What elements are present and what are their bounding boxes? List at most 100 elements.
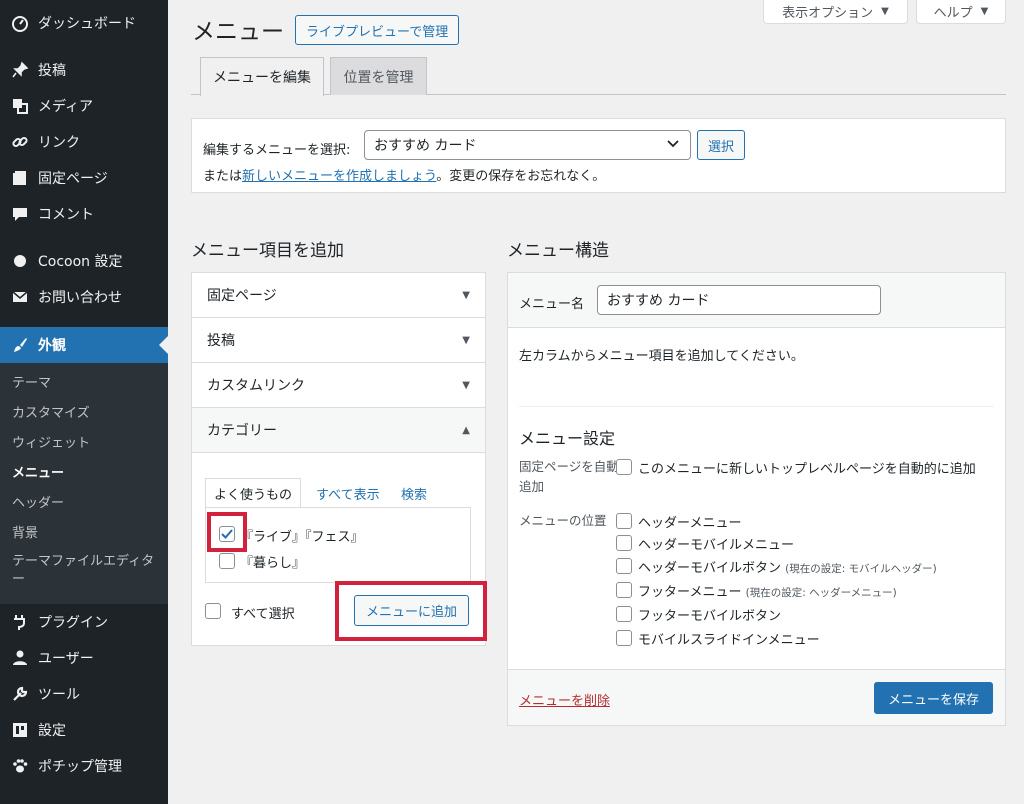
or-suffix: 。変更の保存をお忘れなく。 bbox=[436, 169, 606, 184]
media-icon bbox=[10, 96, 30, 116]
sidebar-item-users[interactable]: ユーザー bbox=[0, 640, 168, 676]
tab-most-used[interactable]: よく使うもの bbox=[205, 478, 302, 508]
location-checkbox-footer-mobile-button[interactable] bbox=[616, 606, 632, 622]
auto-add-option-label: このメニューに新しいトップレベルページを自動的に追加 bbox=[638, 462, 976, 477]
menu-name-header: メニュー名 おすすめ カード bbox=[508, 273, 1005, 328]
submenu-item-widgets[interactable]: ウィジェット bbox=[12, 435, 162, 453]
sidebar-item-comments[interactable]: コメント bbox=[0, 196, 168, 232]
tab-search[interactable]: 検索 bbox=[393, 478, 435, 508]
caret-down-icon: ▼ bbox=[881, 6, 889, 17]
menu-locations-label: メニューの位置 bbox=[519, 513, 607, 528]
location-label: ヘッダーモバイルメニュー bbox=[638, 534, 794, 553]
tab-manage-locations[interactable]: 位置を管理 bbox=[330, 57, 427, 95]
submenu-item-background[interactable]: 背景 bbox=[12, 525, 162, 543]
sidebar-item-cocoon-settings[interactable]: Cocoon 設定 bbox=[0, 243, 168, 279]
tab-view-all[interactable]: すべて表示 bbox=[308, 478, 388, 508]
location-label: ヘッダーモバイルボタン (現在の設定: モバイルヘッダー) bbox=[638, 557, 937, 576]
menu-name-value: おすすめ カード bbox=[607, 293, 710, 309]
location-note: (現在の設定: モバイルヘッダー) bbox=[785, 563, 937, 575]
location-name: ヘッダーモバイルボタン bbox=[638, 561, 782, 576]
select-button[interactable]: 選択 bbox=[697, 130, 746, 160]
wrench-icon bbox=[10, 684, 30, 704]
screen-options-button[interactable]: 表示オプション ▼ bbox=[763, 0, 908, 24]
location-checkbox-header-mobile-menu[interactable] bbox=[616, 535, 632, 551]
live-preview-button[interactable]: ライブプレビューで管理 bbox=[295, 15, 460, 45]
add-to-menu-button[interactable]: メニューに追加 bbox=[354, 595, 470, 626]
sidebar-item-label: 設定 bbox=[38, 723, 66, 739]
accordion-categories[interactable]: カテゴリー ▲ bbox=[192, 408, 485, 453]
nav-tabs: メニューを編集 位置を管理 bbox=[191, 57, 1006, 96]
page-icon bbox=[10, 168, 30, 188]
sidebar-item-label: 外観 bbox=[38, 338, 66, 354]
submenu-item-customize[interactable]: カスタマイズ bbox=[12, 405, 162, 423]
sidebar-item-plugins[interactable]: プラグイン bbox=[0, 604, 168, 640]
dashboard-icon bbox=[10, 13, 30, 33]
location-note: (現在の設定: ヘッダーメニュー) bbox=[745, 587, 897, 599]
location-checkbox-footer-menu[interactable] bbox=[616, 582, 632, 598]
sidebar-item-contact[interactable]: お問い合わせ bbox=[0, 279, 168, 315]
sidebar-item-settings[interactable]: 設定 bbox=[0, 712, 168, 748]
category-tabs: よく使うもの すべて表示 検索 bbox=[205, 478, 471, 508]
select-all-checkbox[interactable] bbox=[205, 603, 221, 619]
add-items-accordion: 固定ページ ▼ 投稿 ▼ カスタムリンク ▼ カテゴリー ▲ よく使うもの すべ… bbox=[191, 272, 487, 646]
submenu-item-header[interactable]: ヘッダー bbox=[12, 495, 162, 513]
location-name: モバイルスライドインメニュー bbox=[638, 633, 820, 648]
sidebar-item-tools[interactable]: ツール bbox=[0, 676, 168, 712]
location-checkbox-header[interactable] bbox=[616, 513, 632, 529]
location-label: フッターメニュー (現在の設定: ヘッダーメニュー) bbox=[638, 581, 897, 600]
sidebar-item-label: 投稿 bbox=[38, 63, 66, 79]
submenu-item-themes[interactable]: テーマ bbox=[12, 375, 162, 393]
save-menu-button[interactable]: メニューを保存 bbox=[874, 682, 994, 714]
pin-icon bbox=[10, 60, 30, 80]
accordion-title: カスタムリンク bbox=[207, 378, 305, 394]
circle-icon bbox=[10, 251, 30, 271]
sidebar-item-label: プラグイン bbox=[38, 615, 108, 631]
add-items-heading: メニュー項目を追加 bbox=[191, 241, 344, 261]
category-checkbox-life[interactable] bbox=[219, 553, 235, 569]
accordion-title: カテゴリー bbox=[207, 423, 277, 439]
location-label: フッターモバイルボタン bbox=[638, 605, 781, 624]
menu-name-label: メニュー名 bbox=[519, 297, 585, 312]
location-name: ヘッダーモバイルメニュー bbox=[638, 538, 795, 553]
menu-structure-footer: メニューを削除 メニューを保存 bbox=[508, 669, 1005, 725]
sidebar-item-dashboard[interactable]: ダッシュボード bbox=[0, 5, 168, 41]
highlight-box bbox=[207, 512, 247, 552]
sidebar-item-links[interactable]: リンク bbox=[0, 124, 168, 160]
help-button[interactable]: ヘルプ ▼ bbox=[916, 0, 1006, 24]
accordion-title: 投稿 bbox=[207, 333, 235, 349]
sidebar-item-pochipp[interactable]: ポチップ管理 bbox=[0, 748, 168, 784]
user-icon bbox=[10, 648, 30, 668]
settings-icon bbox=[10, 720, 30, 740]
menu-name-input[interactable]: おすすめ カード bbox=[597, 285, 881, 315]
sidebar-item-media[interactable]: メディア bbox=[0, 88, 168, 124]
triangle-up-icon: ▲ bbox=[462, 425, 470, 436]
auto-add-label: 固定ページを自動追加 bbox=[519, 459, 619, 494]
or-prefix: または bbox=[203, 169, 243, 184]
divider bbox=[519, 406, 994, 407]
help-label: ヘルプ bbox=[933, 6, 973, 21]
sidebar-item-pages[interactable]: 固定ページ bbox=[0, 160, 168, 196]
auto-add-checkbox[interactable] bbox=[616, 459, 632, 475]
location-checkbox-mobile-slide-in[interactable] bbox=[616, 630, 632, 646]
category-label: 『ライブ』『フェス』 bbox=[240, 530, 364, 545]
plugin-icon bbox=[10, 612, 30, 632]
submenu-item-menus[interactable]: メニュー bbox=[12, 465, 162, 483]
accordion-pages[interactable]: 固定ページ ▼ bbox=[192, 273, 485, 318]
location-checkbox-header-mobile-button[interactable] bbox=[616, 558, 632, 574]
sidebar-item-label: ツール bbox=[38, 687, 80, 703]
sidebar-item-appearance[interactable]: 外観 bbox=[0, 327, 168, 363]
sidebar-item-label: リンク bbox=[38, 135, 80, 151]
create-menu-link[interactable]: 新しいメニューを作成しましょう bbox=[242, 169, 436, 184]
sidebar-item-label: ユーザー bbox=[38, 651, 94, 667]
caret-down-icon: ▼ bbox=[980, 6, 989, 17]
accordion-custom-links[interactable]: カスタムリンク ▼ bbox=[192, 363, 485, 408]
sidebar-item-posts[interactable]: 投稿 bbox=[0, 52, 168, 88]
submenu-item-theme-editor[interactable]: テーマファイルエディター bbox=[12, 553, 162, 589]
triangle-down-icon: ▼ bbox=[462, 380, 470, 391]
tab-edit-menus[interactable]: メニューを編集 bbox=[200, 57, 324, 96]
admin-sidebar: ダッシュボード 投稿 メディア リンク 固定ページ コメント Cocoon 設定… bbox=[0, 0, 168, 804]
select-menu-label: 編集するメニューを選択: bbox=[203, 143, 351, 158]
delete-menu-link[interactable]: メニューを削除 bbox=[519, 690, 610, 709]
menu-select-dropdown[interactable]: おすすめ カード bbox=[364, 130, 691, 160]
accordion-posts[interactable]: 投稿 ▼ bbox=[192, 318, 485, 363]
